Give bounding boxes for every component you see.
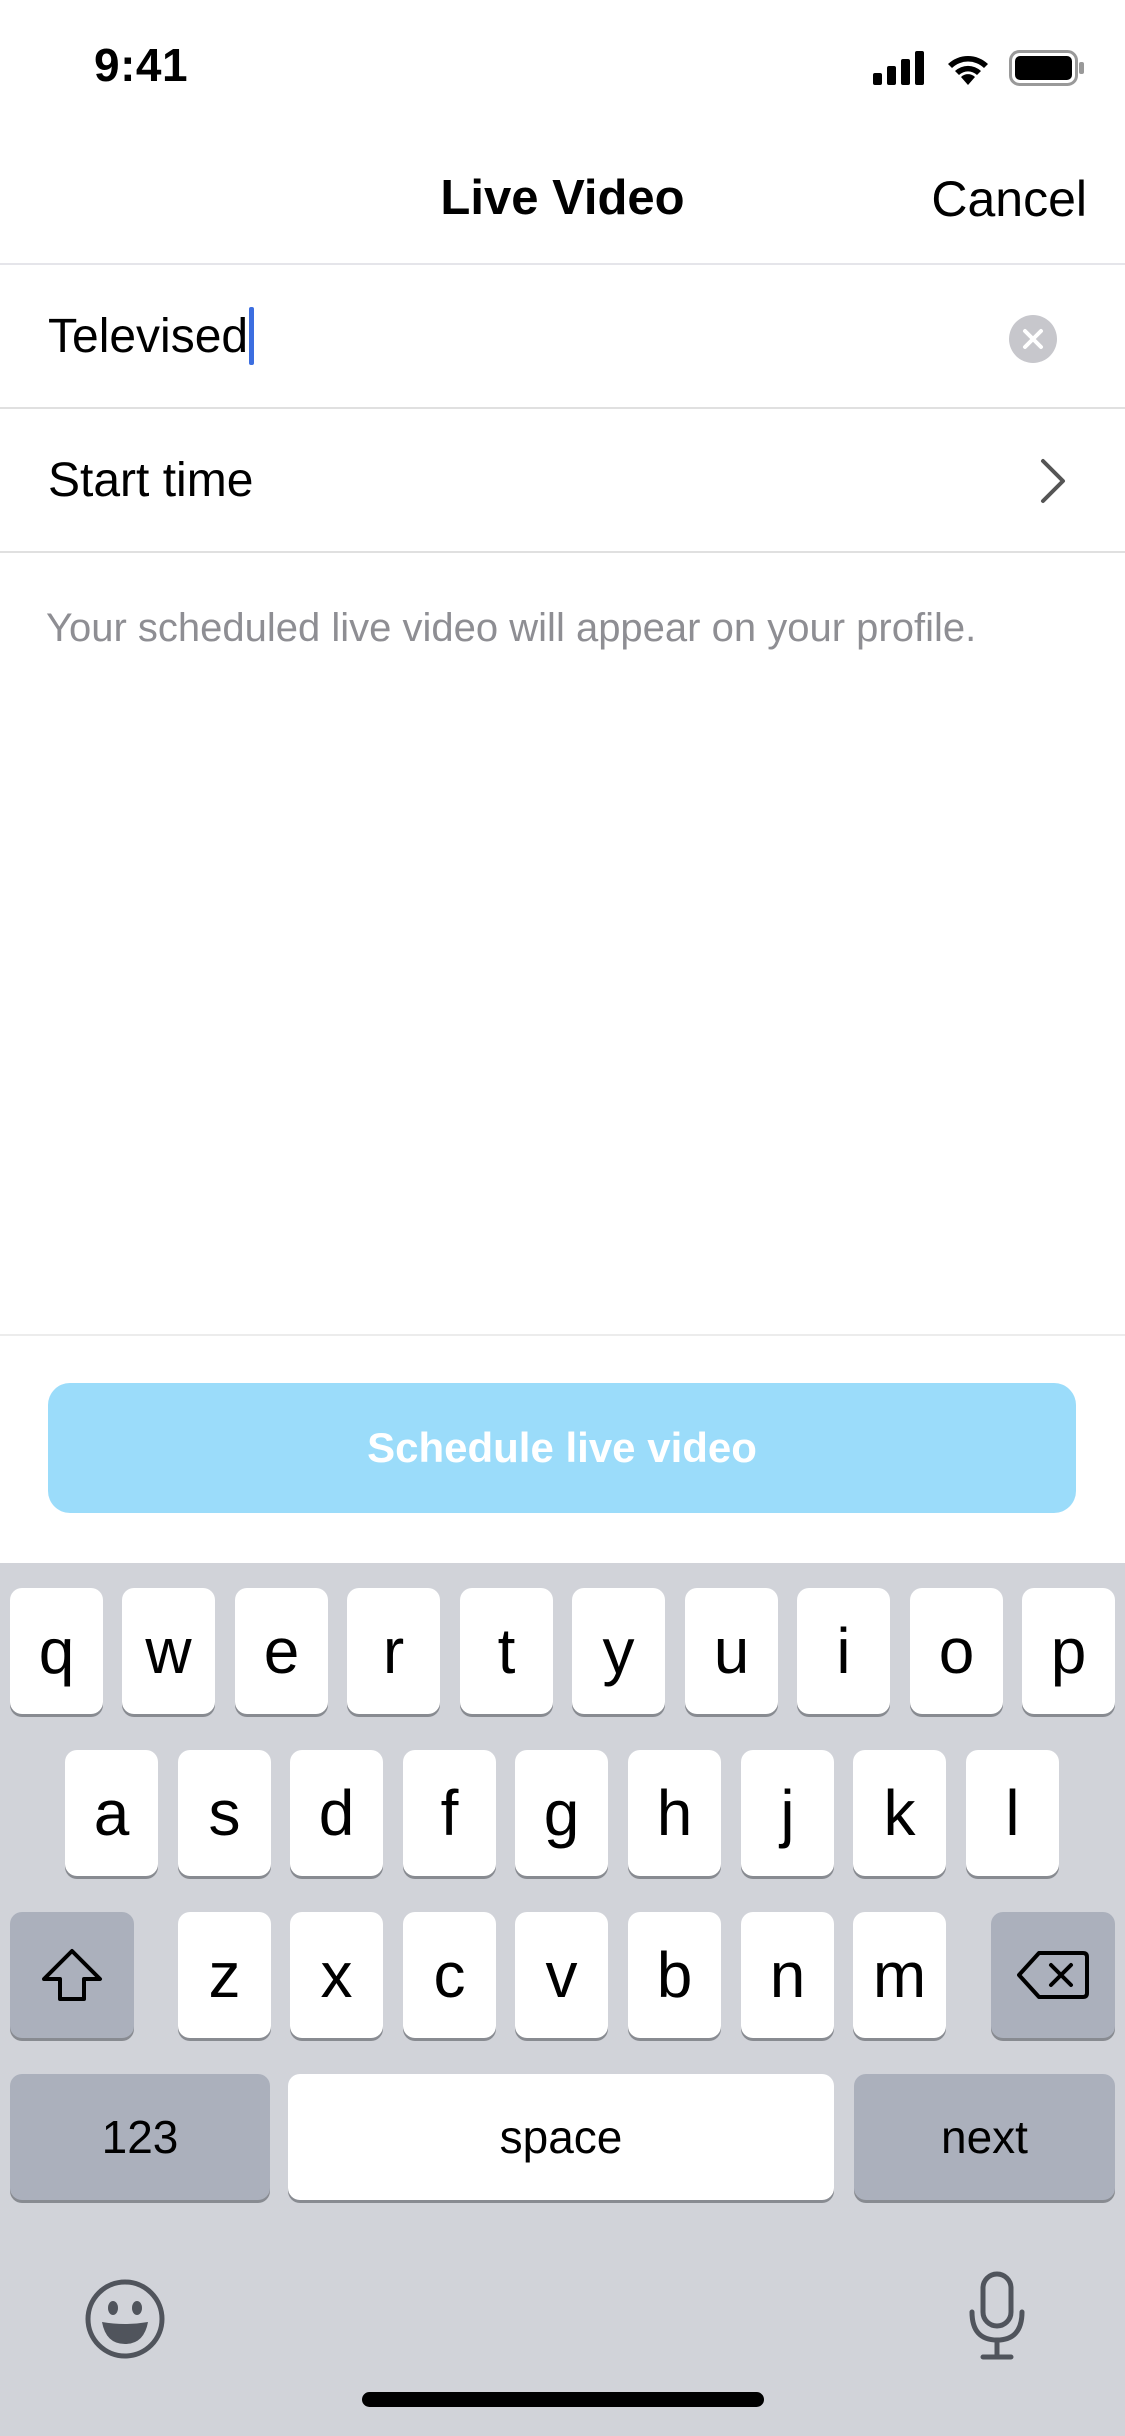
next-key[interactable]: next [854,2074,1115,2200]
key-s[interactable]: s [178,1750,271,1876]
status-bar: 9:41 [0,0,1125,132]
key-r[interactable]: r [347,1588,440,1714]
key-y[interactable]: y [572,1588,665,1714]
key-v[interactable]: v [515,1912,608,2038]
key-p[interactable]: p [1022,1588,1115,1714]
key-g[interactable]: g [515,1750,608,1876]
battery-icon [1009,50,1084,86]
title-input[interactable]: Televised [48,307,255,365]
helper-text: Your scheduled live video will appear on… [46,606,977,650]
cancel-button[interactable]: Cancel [931,170,1087,228]
key-i[interactable]: i [797,1588,890,1714]
key-b[interactable]: b [628,1912,721,2038]
key-h[interactable]: h [628,1750,721,1876]
clear-text-button[interactable] [1009,315,1057,363]
microphone-icon[interactable] [966,2270,1028,2362]
key-m[interactable]: m [853,1912,946,2038]
text-cursor [249,307,255,365]
start-time-label: Start time [48,454,254,507]
key-n[interactable]: n [741,1912,834,2038]
title-input-value: Televised [48,309,249,363]
key-x[interactable]: x [290,1912,383,2038]
key-f[interactable]: f [403,1750,496,1876]
close-icon [1023,329,1043,349]
nav-bar: Live Video Cancel [0,132,1125,265]
key-q[interactable]: q [10,1588,103,1714]
home-indicator[interactable] [362,2392,764,2407]
shift-icon [42,1949,102,2001]
key-c[interactable]: c [403,1912,496,2038]
key-e[interactable]: e [235,1588,328,1714]
wifi-icon [948,56,988,85]
emoji-icon[interactable] [84,2278,166,2360]
divider [0,1334,1125,1336]
key-a[interactable]: a [65,1750,158,1876]
status-time: 9:41 [94,39,189,91]
start-time-row[interactable]: Start time [0,409,1125,553]
key-u[interactable]: u [685,1588,778,1714]
key-l[interactable]: l [966,1750,1059,1876]
key-o[interactable]: o [910,1588,1003,1714]
shift-key[interactable] [10,1912,134,2038]
chevron-right-icon [1041,459,1065,503]
cellular-signal-icon [873,51,924,85]
schedule-live-video-button[interactable]: Schedule live video [48,1383,1076,1513]
backspace-icon [1017,1951,1089,1999]
space-key[interactable]: space [288,2074,834,2200]
keyboard: q w e r t y u i o p a s d f g h j k l z … [0,1563,1125,2436]
key-z[interactable]: z [178,1912,271,2038]
key-k[interactable]: k [853,1750,946,1876]
key-j[interactable]: j [741,1750,834,1876]
key-d[interactable]: d [290,1750,383,1876]
key-t[interactable]: t [460,1588,553,1714]
status-icons [873,48,1085,88]
key-w[interactable]: w [122,1588,215,1714]
numbers-key[interactable]: 123 [10,2074,270,2200]
title-row: Televised [0,265,1125,409]
backspace-key[interactable] [991,1912,1115,2038]
